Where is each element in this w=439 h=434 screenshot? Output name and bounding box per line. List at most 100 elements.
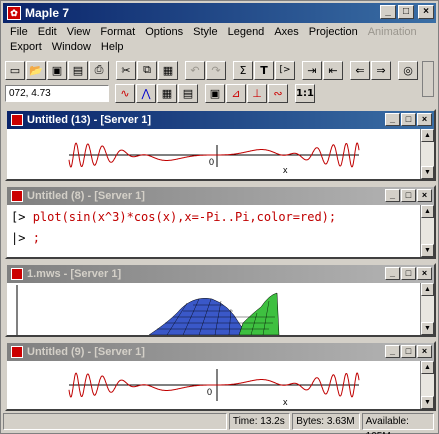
toolbar-scroll[interactable] — [422, 61, 434, 97]
open-icon[interactable]: 📂 — [26, 60, 46, 80]
window-13-titlebar[interactable]: Untitled (13) - [Server 1] _ □ × — [7, 111, 434, 129]
grid-icon[interactable]: ▦ — [157, 83, 177, 103]
minimize-button[interactable]: _ — [380, 5, 396, 19]
window-8-close-button[interactable]: × — [417, 189, 432, 202]
scroll-up-icon[interactable]: ▲ — [421, 205, 434, 218]
menu-view[interactable]: View — [62, 25, 96, 40]
window-8-minimize-button[interactable]: _ — [385, 189, 400, 202]
text-icon[interactable]: T — [254, 60, 274, 80]
surface-plot-3d[interactable] — [7, 283, 420, 335]
window-1mws-body: ▲ ▼ — [7, 283, 434, 335]
line-style-icon[interactable]: ∿ — [115, 83, 135, 103]
window-controls: _ □ × — [380, 5, 434, 19]
status-time: Time: 13.2s — [228, 413, 291, 430]
redo-icon[interactable]: ↷ — [206, 60, 226, 80]
input-line[interactable]: [> plot(sin(x^3)*cos(x),x=-Pi..Pi,color=… — [7, 209, 434, 226]
document-icon — [11, 346, 23, 358]
menu-window[interactable]: Window — [47, 40, 96, 55]
print-icon[interactable]: ⎙ — [89, 60, 109, 80]
origin-label: 0 — [209, 157, 214, 167]
menu-export[interactable]: Export — [5, 40, 47, 55]
menu-animation[interactable]: Animation — [363, 25, 422, 40]
undo-icon[interactable]: ↶ — [185, 60, 205, 80]
status-bytes: Bytes: 3.63M — [292, 413, 360, 430]
paste-icon[interactable]: ▦ — [158, 60, 178, 80]
back-icon[interactable]: ⇐ — [350, 60, 370, 80]
scroll-down-icon[interactable]: ▼ — [421, 322, 434, 335]
outdent-icon[interactable]: ⇤ — [323, 60, 343, 80]
window-13-close-button[interactable]: × — [417, 113, 432, 126]
window-9-titlebar[interactable]: Untitled (9) - [Server 1] _ □ × — [7, 343, 434, 361]
save-as-icon[interactable]: ▤ — [68, 60, 88, 80]
maximize-button[interactable]: □ — [398, 5, 414, 19]
window-9-minimize-button[interactable]: _ — [385, 345, 400, 358]
axes-none-icon[interactable]: ∾ — [268, 83, 288, 103]
window-13-minimize-button[interactable]: _ — [385, 113, 400, 126]
axes-boxed-icon[interactable]: ▣ — [205, 83, 225, 103]
input-line[interactable]: |> ; — [7, 230, 434, 247]
scroll-up-icon[interactable]: ▲ — [421, 129, 434, 142]
coordinate-readout: 072, 4.73 — [5, 84, 109, 102]
new-icon[interactable]: ▭ — [5, 60, 25, 80]
scroll-up-icon[interactable]: ▲ — [421, 361, 434, 374]
menu-file[interactable]: File — [5, 25, 33, 40]
worksheet-window-13: Untitled (13) - [Server 1] _ □ × x 0 ▲ ▼ — [5, 109, 436, 181]
plot-13[interactable]: x 0 — [7, 129, 420, 179]
input-command[interactable]: plot(sin(x^3)*cos(x),x=-Pi..Pi,color=red… — [33, 210, 336, 224]
copy-icon[interactable]: ⧉ — [137, 60, 157, 80]
stop-icon[interactable]: ◎ — [398, 60, 418, 80]
document-icon — [11, 268, 23, 280]
window-1mws-scrollbar[interactable]: ▲ ▼ — [420, 283, 434, 335]
status-available: Available: 105M — [361, 413, 434, 434]
window-9-scrollbar[interactable]: ▲ ▼ — [420, 361, 434, 409]
window-13-scrollbar[interactable]: ▲ ▼ — [420, 129, 434, 179]
window-9-close-button[interactable]: × — [417, 345, 432, 358]
input-command[interactable]: ; — [33, 231, 40, 245]
menu-edit[interactable]: Edit — [33, 25, 62, 40]
scroll-down-icon[interactable]: ▼ — [421, 396, 434, 409]
menu-format[interactable]: Format — [95, 25, 140, 40]
window-8-titlebar[interactable]: Untitled (8) - [Server 1] _ □ × — [7, 187, 434, 205]
plot-9[interactable]: x 0 — [7, 361, 420, 409]
window-1mws-close-button[interactable]: × — [417, 267, 432, 280]
scroll-up-icon[interactable]: ▲ — [421, 283, 434, 296]
window-8-maximize-button[interactable]: □ — [401, 189, 416, 202]
surface-blue — [148, 298, 248, 335]
menu-projection[interactable]: Projection — [304, 25, 363, 40]
axes-frame-icon[interactable]: ⊿ — [226, 83, 246, 103]
menu-axes[interactable]: Axes — [269, 25, 303, 40]
x-axis-label: x — [283, 397, 288, 407]
save-icon[interactable]: ▣ — [47, 60, 67, 80]
window-1mws-minimize-button[interactable]: _ — [385, 267, 400, 280]
prompt-icon[interactable]: [> — [275, 60, 295, 80]
point-style-icon[interactable]: ⋀ — [136, 83, 156, 103]
menu-legend[interactable]: Legend — [223, 25, 270, 40]
window-1mws-maximize-button[interactable]: □ — [401, 267, 416, 280]
axes-normal-icon[interactable]: ⊥ — [247, 83, 267, 103]
scroll-down-icon[interactable]: ▼ — [421, 166, 434, 179]
window-9-title: Untitled (9) - [Server 1] — [27, 346, 145, 358]
menu-options[interactable]: Options — [140, 25, 188, 40]
close-button[interactable]: × — [418, 5, 434, 19]
menu-help[interactable]: Help — [96, 40, 129, 55]
document-icon — [11, 114, 23, 126]
ratio-button[interactable]: 1:1 — [295, 83, 315, 103]
maple-leaf-icon: ✿ — [7, 6, 21, 20]
x-axis-label: x — [283, 165, 288, 175]
window-13-body: x 0 ▲ ▼ — [7, 129, 434, 179]
window-9-maximize-button[interactable]: □ — [401, 345, 416, 358]
window-1mws-titlebar[interactable]: 1.mws - [Server 1] _ □ × — [7, 265, 434, 283]
table-icon[interactable]: ▤ — [178, 83, 198, 103]
scroll-down-icon[interactable]: ▼ — [421, 244, 434, 257]
forward-icon[interactable]: ⇒ — [371, 60, 391, 80]
window-13-title: Untitled (13) - [Server 1] — [27, 114, 152, 126]
sum-icon[interactable]: Σ — [233, 60, 253, 80]
menu-style[interactable]: Style — [188, 25, 222, 40]
status-message — [3, 413, 227, 430]
window-8-scrollbar[interactable]: ▲ ▼ — [420, 205, 434, 257]
window-13-maximize-button[interactable]: □ — [401, 113, 416, 126]
app-titlebar: ✿ Maple 7 _ □ × — [3, 3, 436, 23]
statusbar: Time: 13.2s Bytes: 3.63M Available: 105M — [3, 413, 436, 434]
cut-icon[interactable]: ✂ — [116, 60, 136, 80]
indent-icon[interactable]: ⇥ — [302, 60, 322, 80]
